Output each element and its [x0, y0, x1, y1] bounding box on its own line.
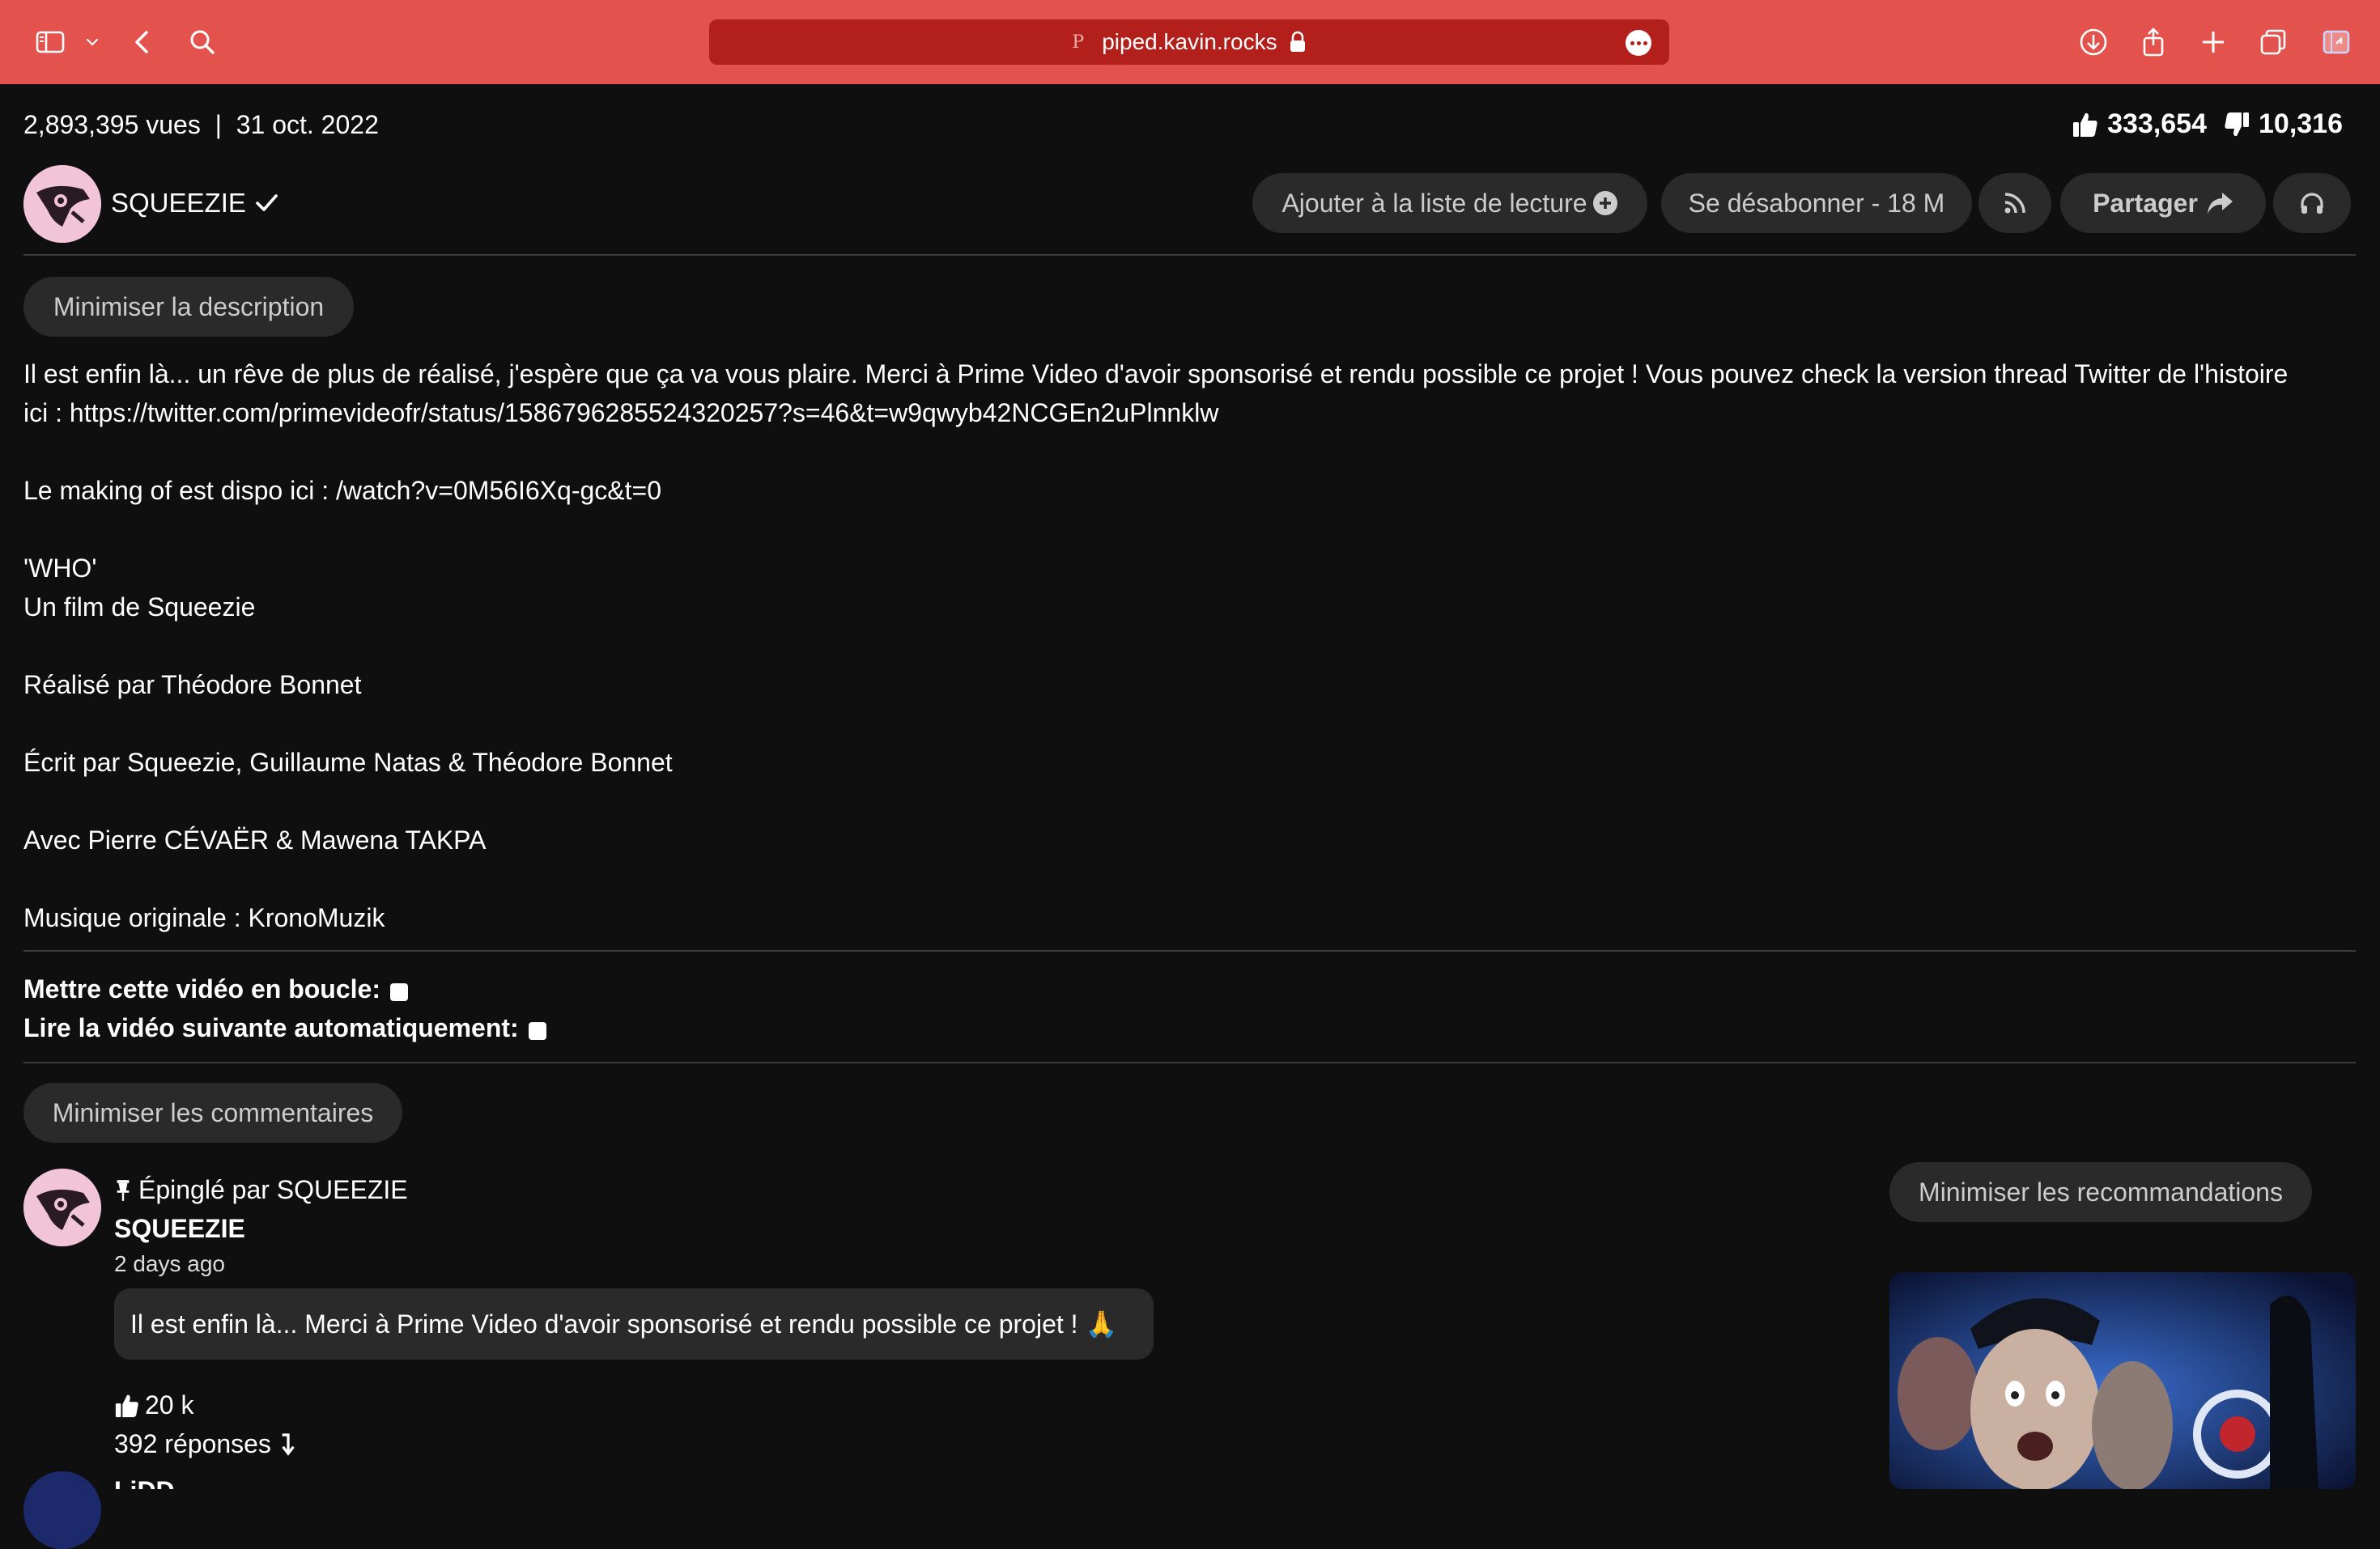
new-tab-icon[interactable]: [2194, 23, 2233, 62]
divider: [23, 1062, 2356, 1063]
browser-toolbar: P piped.kavin.rocks: [0, 0, 2380, 84]
comment-likes: 20 k: [114, 1390, 193, 1420]
minimize-comments-label: Minimiser les commentaires: [52, 1097, 374, 1127]
share-button[interactable]: Partager: [2060, 173, 2266, 233]
lock-icon: [1290, 31, 1305, 52]
unsubscribe-label: Se désabonner - 18 M: [1688, 188, 1945, 218]
plus-circle-icon: [1592, 191, 1617, 215]
replies-toggle[interactable]: 392 réponses: [114, 1429, 297, 1459]
likes-count: 333,654: [2107, 108, 2207, 139]
share-arrow-icon: [2207, 193, 2233, 214]
pinned-indicator: Épinglé par SQUEEZIE: [114, 1175, 408, 1205]
description-line: Avec Pierre CÉVAËR & Mawena TAKPA: [23, 825, 487, 855]
share-icon[interactable]: [2134, 23, 2173, 62]
comment-time: 2 days ago: [114, 1251, 225, 1276]
download-icon[interactable]: [2074, 23, 2113, 62]
chevron-down-icon[interactable]: [74, 23, 110, 62]
replies-label: 392 réponses: [114, 1429, 271, 1458]
autoplay-label: Lire la vidéo suivante automatiquement:: [23, 1013, 519, 1042]
pinned-label: Épinglé par SQUEEZIE: [138, 1175, 408, 1204]
thumbs-up-icon: [115, 1394, 138, 1417]
channel-name[interactable]: SQUEEZIE: [111, 188, 278, 219]
rss-button[interactable]: [1978, 173, 2051, 233]
minimize-comments-button[interactable]: Minimiser les commentaires: [23, 1083, 402, 1143]
audio-mode-button[interactable]: [2273, 173, 2351, 233]
loop-label: Mettre cette vidéo en boucle:: [23, 974, 380, 1004]
comment-text: Il est enfin là... Merci à Prime Video d…: [130, 1309, 1118, 1339]
url-text: piped.kavin.rocks: [1102, 29, 1277, 54]
description-link-line[interactable]: ici : https://twitter.com/primevideofr/s…: [23, 393, 1218, 432]
address-bar[interactable]: P piped.kavin.rocks: [709, 19, 1669, 65]
verified-check-icon: [256, 194, 278, 211]
divider: [23, 950, 2356, 952]
back-arrow-icon[interactable]: [123, 23, 162, 62]
channel-name-text: SQUEEZIE: [111, 188, 246, 218]
tab-overview-icon[interactable]: [2254, 23, 2293, 62]
minimize-recommendations-label: Minimiser les recommandations: [1919, 1177, 2283, 1207]
description-line: Écrit par Squeezie, Guillaume Natas & Th…: [23, 748, 673, 777]
sidebar-toggle-icon[interactable]: [31, 23, 70, 62]
add-to-playlist-button[interactable]: Ajouter à la liste de lecture: [1252, 173, 1647, 233]
minimize-description-label: Minimiser la description: [53, 291, 325, 321]
search-icon[interactable]: [183, 23, 222, 62]
site-favicon: P: [1072, 32, 1085, 53]
minimize-description-button[interactable]: Minimiser la description: [23, 277, 354, 337]
divider: [23, 254, 2356, 256]
add-to-playlist-label: Ajouter à la liste de lecture: [1281, 188, 1587, 218]
next-comment-author[interactable]: LiDD: [114, 1476, 175, 1489]
thumbs-down-icon: [2225, 112, 2249, 136]
description-line: Réalisé par Théodore Bonnet: [23, 670, 362, 699]
description-line: 'WHO': [23, 554, 97, 583]
description-line[interactable]: Le making of est dispo ici : /watch?v=0M…: [23, 471, 661, 510]
description-line: Un film de Squeezie: [23, 592, 256, 622]
pin-icon: [117, 1179, 130, 1201]
views-and-date: 2,893,395 vues | 31 oct. 2022: [23, 110, 379, 139]
description-line: Musique originale : KronoMuzik: [23, 903, 385, 932]
dislikes-count: 10,316: [2259, 108, 2343, 139]
headphones-icon: [2301, 193, 2323, 214]
more-options-icon[interactable]: [1626, 30, 1651, 56]
autoplay-checkbox[interactable]: [528, 1021, 546, 1040]
channel-avatar[interactable]: [23, 165, 101, 243]
description-line: Il est enfin là... un rêve de plus de ré…: [23, 359, 2289, 388]
minimize-recommendations-button[interactable]: Minimiser les recommandations: [1889, 1162, 2312, 1222]
rss-icon: [2004, 193, 2025, 214]
like-dislike-counts: 333,654 10,316: [2072, 108, 2343, 140]
unsubscribe-button[interactable]: Se désabonner - 18 M: [1661, 173, 1972, 233]
recommendation-thumbnail[interactable]: [1889, 1272, 2356, 1489]
extension-icon[interactable]: [2317, 23, 2356, 62]
arrow-down-turn-icon: [282, 1432, 295, 1456]
share-label: Partager: [2093, 188, 2198, 218]
comment-likes-count: 20 k: [145, 1390, 194, 1420]
loop-option: Mettre cette vidéo en boucle:: [23, 974, 408, 1004]
comment-avatar[interactable]: [23, 1169, 101, 1246]
comment-text-bubble: Il est enfin là... Merci à Prime Video d…: [114, 1288, 1154, 1360]
next-comment-avatar[interactable]: [23, 1471, 101, 1549]
loop-checkbox[interactable]: [389, 982, 408, 1001]
thumbs-up-icon: [2073, 112, 2097, 137]
comment-author[interactable]: SQUEEZIE: [114, 1214, 245, 1244]
autoplay-option: Lire la vidéo suivante automatiquement:: [23, 1013, 546, 1043]
